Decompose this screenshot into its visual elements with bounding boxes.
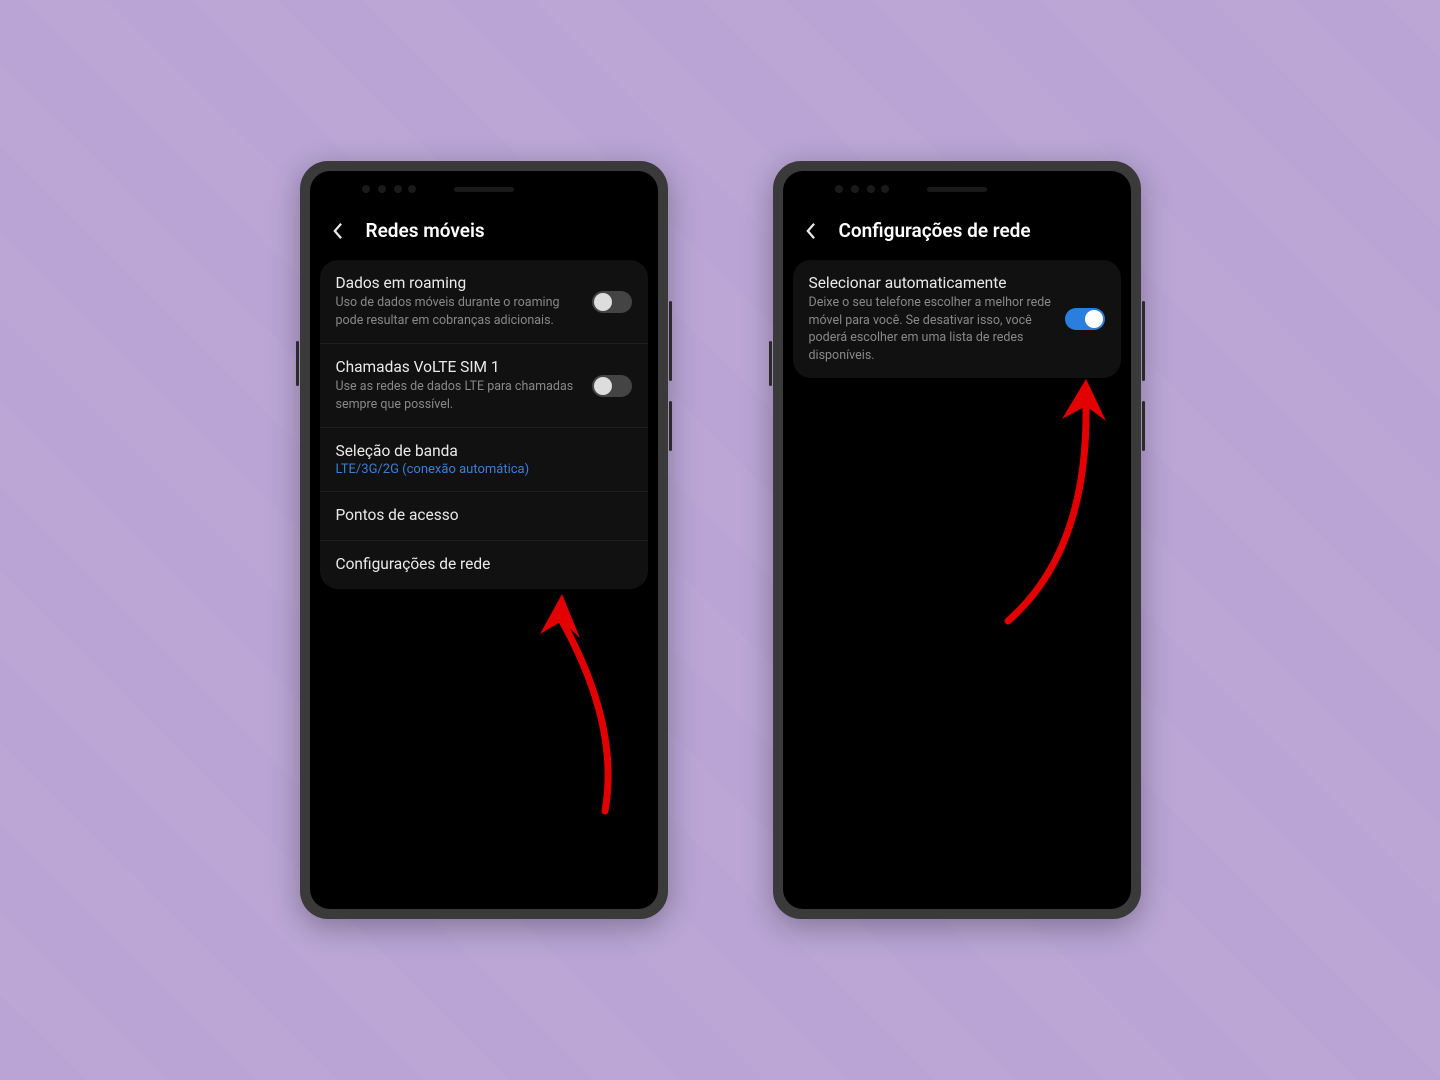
phone-screen: Redes móveis Dados em roaming Uso de dad… [310, 171, 658, 909]
setting-title: Chamadas VoLTE SIM 1 [336, 358, 582, 376]
phone-side-button [296, 341, 299, 386]
phone-side-button [1142, 301, 1145, 381]
page-header: Redes móveis [310, 207, 658, 260]
phone-speaker-area [783, 171, 1131, 207]
phone-side-button [669, 401, 672, 451]
chevron-left-icon [805, 222, 816, 240]
page-header: Configurações de rede [783, 207, 1131, 260]
annotation-arrow [520, 586, 640, 830]
page-title: Configurações de rede [839, 219, 1031, 242]
auto-select-toggle[interactable] [1065, 308, 1105, 330]
setting-volte[interactable]: Chamadas VoLTE SIM 1 Use as redes de dad… [320, 344, 648, 428]
setting-title: Selecionar automaticamente [809, 274, 1055, 292]
settings-list: Selecionar automaticamente Deixe o seu t… [793, 260, 1121, 378]
phone-speaker-area [310, 171, 658, 207]
setting-subtitle: Uso de dados móveis durante o roaming po… [336, 294, 582, 329]
back-button[interactable] [801, 221, 821, 241]
toggle-knob [594, 377, 612, 395]
setting-title: Dados em roaming [336, 274, 582, 292]
phone-side-button [669, 301, 672, 381]
phone-side-button [1142, 401, 1145, 451]
setting-auto-select[interactable]: Selecionar automaticamente Deixe o seu t… [793, 260, 1121, 378]
setting-access-points[interactable]: Pontos de acesso [320, 492, 648, 541]
phone-side-button [769, 341, 772, 386]
settings-list: Dados em roaming Uso de dados móveis dur… [320, 260, 648, 589]
setting-title: Configurações de rede [336, 555, 622, 573]
background-pattern [0, 0, 1440, 1080]
setting-value: LTE/3G/2G (conexão automática) [336, 462, 622, 477]
setting-network-config[interactable]: Configurações de rede [320, 541, 648, 589]
volte-toggle[interactable] [592, 375, 632, 397]
phone-screen: Configurações de rede Selecionar automat… [783, 171, 1131, 909]
phone-mockup-left: Redes móveis Dados em roaming Uso de dad… [300, 161, 668, 919]
setting-subtitle: Deixe o seu telefone escolher a melhor r… [809, 294, 1055, 364]
annotation-arrow [978, 371, 1118, 635]
chevron-left-icon [332, 222, 343, 240]
setting-subtitle: Use as redes de dados LTE para chamadas … [336, 378, 582, 413]
page-title: Redes móveis [366, 219, 485, 242]
back-button[interactable] [328, 221, 348, 241]
roaming-toggle[interactable] [592, 291, 632, 313]
phone-mockup-right: Configurações de rede Selecionar automat… [773, 161, 1141, 919]
setting-roaming[interactable]: Dados em roaming Uso de dados móveis dur… [320, 260, 648, 344]
toggle-knob [594, 293, 612, 311]
setting-band-selection[interactable]: Seleção de banda LTE/3G/2G (conexão auto… [320, 428, 648, 492]
toggle-knob [1085, 310, 1103, 328]
setting-title: Pontos de acesso [336, 506, 622, 524]
setting-title: Seleção de banda [336, 442, 622, 460]
